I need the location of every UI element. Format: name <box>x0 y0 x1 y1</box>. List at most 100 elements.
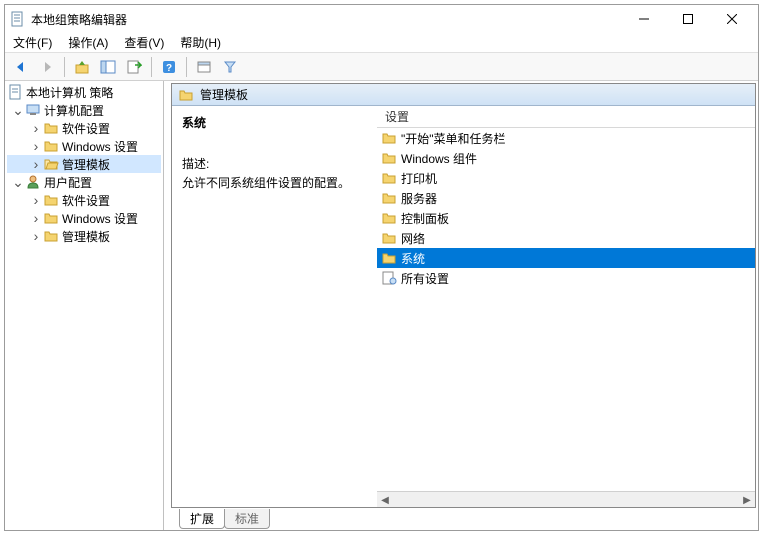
horizontal-scrollbar[interactable]: ◀ ▶ <box>377 491 755 507</box>
tree-root[interactable]: 本地计算机 策略 <box>7 83 161 101</box>
folder-icon <box>381 210 397 226</box>
toolbar-separator <box>151 57 152 77</box>
list-item[interactable]: 所有设置 <box>377 268 755 288</box>
scroll-left-icon[interactable]: ◀ <box>377 492 393 507</box>
toolbar-separator <box>64 57 65 77</box>
show-hide-tree-button[interactable] <box>96 55 120 79</box>
expand-icon[interactable]: › <box>29 157 43 171</box>
tree-windows-settings[interactable]: › Windows 设置 <box>7 137 161 155</box>
tree-label: 管理模板 <box>62 156 110 173</box>
item-label: Windows 组件 <box>401 150 477 167</box>
folder-icon <box>381 150 397 166</box>
app-icon <box>9 11 25 27</box>
folder-icon <box>43 228 59 244</box>
svg-text:?: ? <box>166 63 172 74</box>
tree-label: 用户配置 <box>44 174 92 191</box>
folder-icon <box>178 87 194 103</box>
tree-computer-config[interactable]: ⌄ 计算机配置 <box>7 101 161 119</box>
description-text: 允许不同系统组件设置的配置。 <box>182 174 367 191</box>
content-pane: 管理模板 系统 描述: 允许不同系统组件设置的配置。 设置 <box>168 81 758 530</box>
toolbar: ? <box>5 53 758 81</box>
tree-user-config[interactable]: ⌄ 用户配置 <box>7 173 161 191</box>
computer-icon <box>25 102 41 118</box>
item-label: 打印机 <box>401 170 437 187</box>
maximize-button[interactable] <box>666 5 710 33</box>
tree-pane[interactable]: 本地计算机 策略 ⌄ 计算机配置 › 软件设置 › Windows 设置 › 管… <box>5 81 164 530</box>
tab-extended[interactable]: 扩展 <box>179 509 225 529</box>
collapse-icon[interactable]: ⌄ <box>11 103 25 117</box>
folder-icon <box>381 250 397 266</box>
scroll-right-icon[interactable]: ▶ <box>739 492 755 507</box>
tree-admin-templates[interactable]: › 管理模板 <box>7 227 161 245</box>
app-window: 本地组策略编辑器 文件(F) 操作(A) 查看(V) 帮助(H) ? 本地计算机… <box>4 4 759 531</box>
item-label: 服务器 <box>401 190 437 207</box>
list-item[interactable]: 服务器 <box>377 188 755 208</box>
export-button[interactable] <box>122 55 146 79</box>
list-item[interactable]: "开始"菜单和任务栏 <box>377 128 755 148</box>
policy-icon <box>7 84 23 100</box>
expand-icon[interactable]: › <box>29 211 43 225</box>
user-icon <box>25 174 41 190</box>
tab-standard[interactable]: 标准 <box>224 509 270 529</box>
list-item[interactable]: 系统 <box>377 248 755 268</box>
menu-help[interactable]: 帮助(H) <box>178 34 223 51</box>
folder-icon <box>43 210 59 226</box>
content-main: 管理模板 系统 描述: 允许不同系统组件设置的配置。 设置 <box>171 83 756 508</box>
menu-action[interactable]: 操作(A) <box>66 34 110 51</box>
description-pane: 系统 描述: 允许不同系统组件设置的配置。 <box>172 106 377 507</box>
tree-label: 软件设置 <box>62 120 110 137</box>
list-body[interactable]: "开始"菜单和任务栏 Windows 组件 打印机 <box>377 128 755 491</box>
view-tabs: 扩展 标准 <box>169 509 758 530</box>
titlebar: 本地组策略编辑器 <box>5 5 758 33</box>
tree-label: 本地计算机 策略 <box>26 84 113 101</box>
tree-admin-templates[interactable]: › 管理模板 <box>7 155 161 173</box>
path-text: 管理模板 <box>200 86 248 103</box>
window-controls <box>622 5 754 33</box>
folder-icon <box>381 170 397 186</box>
expand-icon[interactable]: › <box>29 229 43 243</box>
menu-file[interactable]: 文件(F) <box>11 34 54 51</box>
selection-title: 系统 <box>182 114 367 131</box>
tree-label: Windows 设置 <box>62 210 138 227</box>
detail-area: 系统 描述: 允许不同系统组件设置的配置。 设置 "开始"菜单和任务栏 <box>172 106 755 507</box>
list-column-header[interactable]: 设置 <box>377 106 755 128</box>
collapse-icon[interactable]: ⌄ <box>11 175 25 189</box>
expand-icon[interactable]: › <box>29 121 43 135</box>
minimize-button[interactable] <box>622 5 666 33</box>
up-button[interactable] <box>70 55 94 79</box>
list-item[interactable]: 控制面板 <box>377 208 755 228</box>
item-label: 控制面板 <box>401 210 449 227</box>
column-label: 设置 <box>385 108 409 125</box>
item-label: 系统 <box>401 250 425 267</box>
tree-label: 管理模板 <box>62 228 110 245</box>
close-button[interactable] <box>710 5 754 33</box>
properties-button[interactable] <box>192 55 216 79</box>
forward-button[interactable] <box>35 55 59 79</box>
help-button[interactable]: ? <box>157 55 181 79</box>
tree-label: 软件设置 <box>62 192 110 209</box>
tree-label: 计算机配置 <box>44 102 104 119</box>
menu-view[interactable]: 查看(V) <box>122 34 166 51</box>
folder-icon <box>43 138 59 154</box>
folder-open-icon <box>43 156 59 172</box>
expand-icon[interactable]: › <box>29 139 43 153</box>
list-item[interactable]: 打印机 <box>377 168 755 188</box>
tree-label: Windows 设置 <box>62 138 138 155</box>
description-label: 描述: <box>182 155 367 172</box>
settings-icon <box>381 270 397 286</box>
tree-software-settings[interactable]: › 软件设置 <box>7 191 161 209</box>
list-item[interactable]: Windows 组件 <box>377 148 755 168</box>
tree-software-settings[interactable]: › 软件设置 <box>7 119 161 137</box>
item-label: 所有设置 <box>401 270 449 287</box>
item-label: "开始"菜单和任务栏 <box>401 130 506 147</box>
list-item[interactable]: 网络 <box>377 228 755 248</box>
filter-button[interactable] <box>218 55 242 79</box>
item-label: 网络 <box>401 230 425 247</box>
path-header: 管理模板 <box>172 84 755 106</box>
folder-icon <box>43 192 59 208</box>
expand-icon[interactable]: › <box>29 193 43 207</box>
folder-icon <box>43 120 59 136</box>
body-area: 本地计算机 策略 ⌄ 计算机配置 › 软件设置 › Windows 设置 › 管… <box>5 81 758 530</box>
back-button[interactable] <box>9 55 33 79</box>
tree-windows-settings[interactable]: › Windows 设置 <box>7 209 161 227</box>
